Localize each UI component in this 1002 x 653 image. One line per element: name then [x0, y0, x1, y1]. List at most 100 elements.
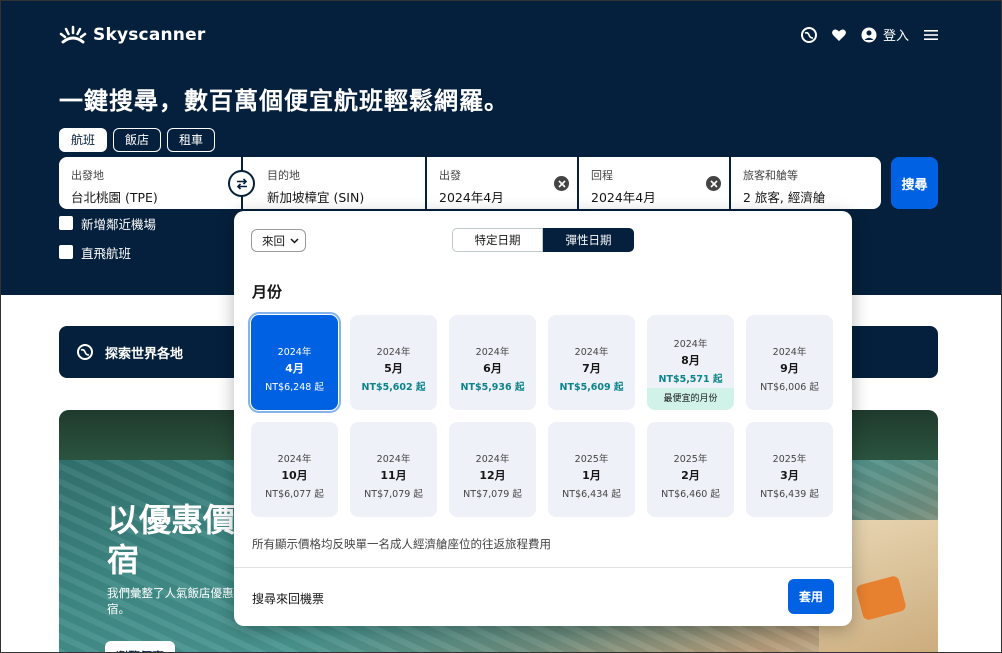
popover-divider [234, 567, 852, 568]
trip-type-value: 來回 [262, 233, 285, 248]
month-year: 2024年 [277, 454, 312, 465]
month-name: 3月 [780, 469, 799, 482]
month-name: 11月 [380, 469, 407, 482]
month-price: NT$5,936 起 [460, 382, 525, 393]
tab-flights[interactable]: 航班 [59, 128, 108, 152]
specific-dates-option[interactable]: 特定日期 [452, 228, 543, 252]
month-cell[interactable]: 2024年 9月 NT$6,006 起 [746, 315, 833, 410]
search-button[interactable]: 搜尋 [891, 157, 938, 209]
header-nav: 登入 [800, 25, 939, 44]
month-price: NT$7,079 起 [364, 489, 423, 500]
close-icon [709, 179, 718, 188]
date-picker-popover: 來回 特定日期 彈性日期 月份 2024年 4月 NT$6,248 起 2024… [234, 211, 852, 626]
month-year: 2024年 [277, 347, 312, 358]
search-bar: 出發地 台北桃園 (TPE) 目的地 新加坡樟宜 (SIN) 出發 2024年4… [59, 157, 881, 209]
month-cell[interactable]: 2025年 2月 NT$6,460 起 [647, 422, 734, 517]
origin-label: 出發地 [71, 169, 104, 182]
month-year: 2024年 [475, 454, 510, 465]
month-year: 2025年 [772, 454, 807, 465]
date-mode-toggle: 特定日期 彈性日期 [452, 228, 634, 252]
return-date-field[interactable]: 回程 2024年4月 [579, 157, 729, 209]
month-price: NT$6,434 起 [562, 489, 621, 500]
travellers-label: 旅客和艙等 [743, 169, 798, 182]
month-year: 2024年 [376, 347, 411, 358]
clear-return-button[interactable] [706, 176, 721, 191]
month-year: 2024年 [772, 347, 807, 358]
page-headline: 一鍵搜尋，數百萬個便宜航班輕鬆網羅。 [59, 87, 509, 115]
depart-date-field[interactable]: 出發 2024年4月 [427, 157, 577, 209]
origin-value: 台北桃園 (TPE) [71, 190, 158, 205]
clear-depart-button[interactable] [554, 176, 569, 191]
month-year: 2024年 [376, 454, 411, 465]
month-price: NT$5,602 起 [361, 382, 426, 393]
month-name: 2月 [681, 469, 700, 482]
month-cell[interactable]: 2024年 8月 NT$5,571 起 最便宜的月份 [647, 315, 734, 410]
direct-flights-label: 直飛航班 [81, 245, 132, 261]
month-price: NT$5,609 起 [559, 382, 624, 393]
month-name: 6月 [483, 362, 502, 375]
page-frame: Skyscanner 登入 一鍵搜尋，數百萬個便宜航班輕鬆網羅。 航班 飯店 租… [0, 0, 1002, 653]
month-cell[interactable]: 2024年 10月 NT$6,077 起 [251, 422, 338, 517]
month-name: 9月 [780, 362, 799, 375]
sunrise-logo-icon [59, 25, 87, 44]
cheapest-month-badge: 最便宜的月份 [647, 388, 734, 410]
origin-field[interactable]: 出發地 台北桃園 (TPE) [59, 157, 241, 209]
month-name: 4月 [285, 362, 304, 375]
month-price: NT$6,077 起 [265, 489, 324, 500]
tab-car-rental[interactable]: 租車 [167, 128, 216, 152]
trip-type-select[interactable]: 來回 [251, 229, 306, 252]
direct-flights-option[interactable]: 直飛航班 [59, 244, 156, 261]
month-name: 5月 [384, 362, 403, 375]
nearby-airports-option[interactable]: 新增鄰近機場 [59, 215, 157, 232]
nearby-airports-checkbox[interactable] [59, 216, 73, 230]
apply-button[interactable]: 套用 [788, 579, 834, 614]
month-year: 2024年 [574, 347, 609, 358]
explore-label: 探索世界各地 [105, 346, 184, 362]
month-price: NT$6,460 起 [661, 489, 720, 500]
month-cell[interactable]: 2024年 12月 NT$7,079 起 [449, 422, 536, 517]
nearby-airports-label: 新增鄰近機場 [81, 216, 157, 232]
month-cell[interactable]: 2024年 7月 NT$5,609 起 [548, 315, 635, 410]
swap-locations-button[interactable] [228, 170, 255, 197]
tab-hotels[interactable]: 飯店 [113, 128, 162, 152]
destination-field[interactable]: 目的地 新加坡樟宜 (SIN) [243, 157, 425, 209]
heart-icon[interactable] [831, 27, 847, 43]
destination-value: 新加坡樟宜 (SIN) [267, 190, 365, 205]
browse-deals-button[interactable]: 瀏覽優惠 [105, 641, 175, 652]
menu-icon[interactable] [923, 27, 939, 43]
swap-icon [236, 177, 247, 190]
month-price: NT$6,439 起 [760, 489, 819, 500]
login-label: 登入 [882, 29, 909, 44]
month-cell[interactable]: 2025年 1月 NT$6,434 起 [548, 422, 635, 517]
month-price: NT$7,079 起 [463, 489, 522, 500]
user-icon [861, 27, 877, 42]
flexible-dates-option[interactable]: 彈性日期 [543, 228, 634, 252]
month-cell[interactable]: 2024年 11月 NT$7,079 起 [350, 422, 437, 517]
months-heading: 月份 [252, 283, 283, 301]
month-year: 2024年 [475, 347, 510, 358]
month-name: 10月 [281, 469, 308, 482]
month-name: 12月 [479, 469, 506, 482]
month-cell[interactable]: 2024年 5月 NT$5,602 起 [350, 315, 437, 410]
travellers-field[interactable]: 旅客和艙等 2 旅客, 經濟艙 [731, 157, 881, 209]
month-year: 2025年 [673, 454, 708, 465]
month-year: 2024年 [673, 339, 708, 350]
direct-flights-checkbox[interactable] [59, 245, 73, 259]
price-disclaimer: 所有顯示價格均反映單一名成人經濟艙座位的往返旅程費用 [252, 537, 551, 551]
destination-label: 目的地 [267, 169, 300, 182]
brand-logo[interactable]: Skyscanner [59, 25, 205, 45]
month-cell[interactable]: 2025年 3月 NT$6,439 起 [746, 422, 833, 517]
month-price: NT$6,248 起 [265, 382, 324, 393]
month-name: 7月 [582, 362, 601, 375]
product-tabs: 航班 飯店 租車 [59, 128, 216, 152]
login-button[interactable]: 登入 [861, 25, 909, 44]
month-grid: 2024年 4月 NT$6,248 起 2024年 5月 NT$5,602 起 … [248, 312, 833, 517]
travellers-value: 2 旅客, 經濟艙 [743, 190, 826, 205]
search-return-label: 搜尋來回機票 [252, 592, 325, 606]
depart-label: 出發 [439, 169, 461, 182]
globe-icon[interactable] [800, 26, 817, 43]
month-cell[interactable]: 2024年 6月 NT$5,936 起 [449, 315, 536, 410]
depart-value: 2024年4月 [439, 190, 504, 205]
close-icon [557, 179, 566, 188]
month-cell[interactable]: 2024年 4月 NT$6,248 起 [248, 312, 341, 413]
